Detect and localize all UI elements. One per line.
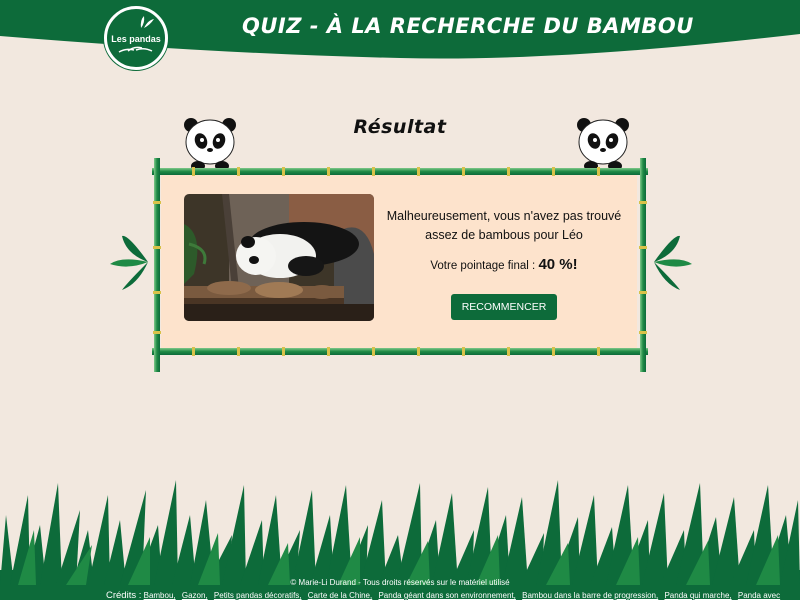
credit-link[interactable]: Gazon,	[182, 591, 208, 600]
credit-link[interactable]: Panda qui marche,	[664, 591, 731, 600]
result-message: Malheureusement, vous n'avez pas trouvé …	[386, 209, 622, 242]
score-value: 40 %!	[538, 256, 578, 273]
restart-button[interactable]: RECOMMENCER	[451, 294, 557, 320]
score-line: Votre pointage final : 40 %!	[384, 256, 624, 273]
credit-link[interactable]: Bambou,	[144, 591, 176, 600]
logo[interactable]: Les pandas	[104, 6, 168, 70]
credit-link[interactable]: Carte de la Chine,	[308, 591, 372, 600]
site-header: Quiz - à la recherche du bambou Les pand…	[0, 0, 800, 70]
credit-link[interactable]: Panda géant dans son environnement,	[378, 591, 515, 600]
logo-text: Les pandas	[111, 34, 161, 44]
credits: Crédits : Bambou, Gazon, Petits pandas d…	[106, 590, 784, 600]
site-title: Quiz - à la recherche du bambou	[242, 14, 694, 38]
credit-link[interactable]: Petits pandas décoratifs,	[214, 591, 302, 600]
result-title: Résultat	[353, 116, 447, 138]
panda-photo-image	[184, 194, 374, 321]
score-label: Votre pointage final :	[430, 260, 536, 272]
credits-label: Crédits :	[106, 590, 142, 600]
bamboo-leaf-icon	[110, 235, 148, 290]
panda-photo	[184, 194, 374, 321]
copyright: © Marie-Li Durand - Tous droits réservés…	[290, 578, 510, 587]
credit-link[interactable]: Bambou dans la barre de progression,	[522, 591, 658, 600]
bamboo-leaf-icon	[654, 235, 692, 290]
credit-link[interactable]: Panda avec	[738, 591, 780, 600]
